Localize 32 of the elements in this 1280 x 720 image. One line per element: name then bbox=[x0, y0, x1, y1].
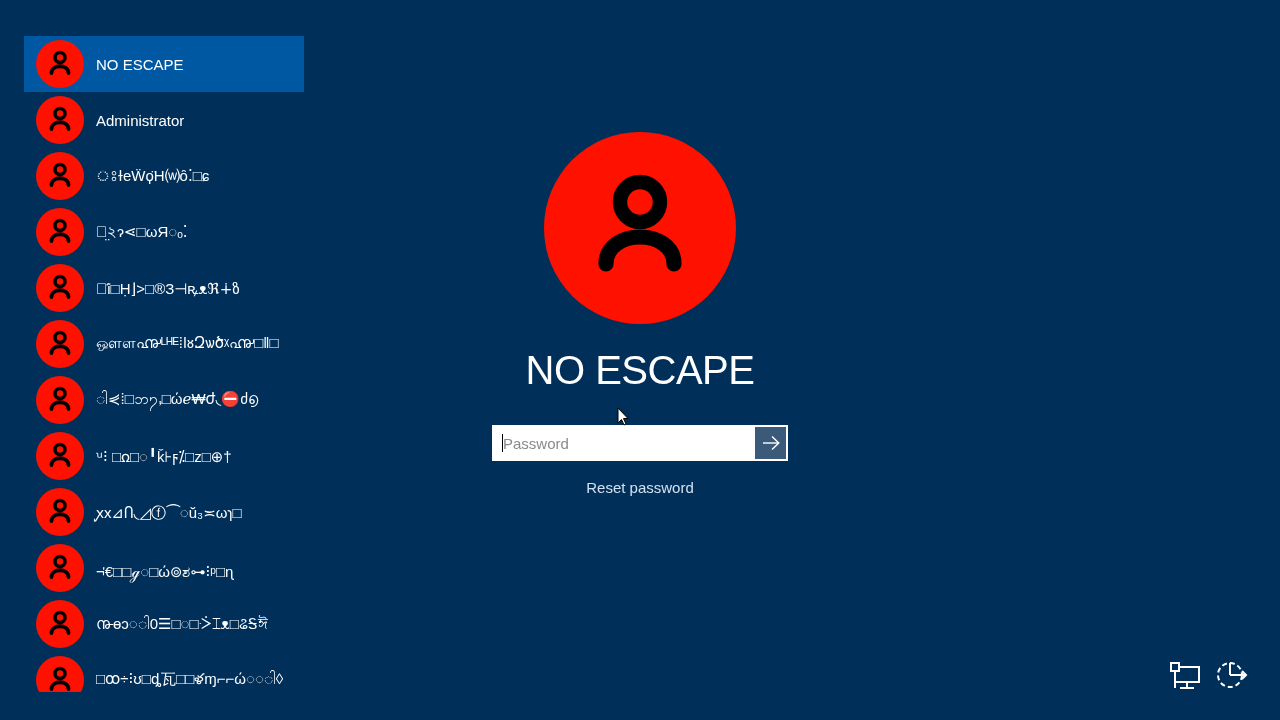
user-avatar-icon bbox=[36, 264, 84, 312]
user-list-item[interactable]: ꭙx⊿Ⴖ◟◿ⓕ⏜◌ŭ₃≍ωɿ□ bbox=[24, 484, 304, 540]
user-list-item[interactable]: Administrator bbox=[24, 92, 304, 148]
user-avatar-icon bbox=[36, 544, 84, 592]
user-avatar-icon bbox=[36, 656, 84, 692]
user-list-item[interactable]: ൹ɵɔ◌ါ0☰□◌□ᢶ⌶ᴥ□ଌᎦঈ bbox=[24, 596, 304, 652]
user-avatar-icon bbox=[36, 96, 84, 144]
user-list-item[interactable]: □ꝏ÷⁝ʊ□ȡ瓦□□ళɱ⌐⌐ώ◌◌ါ◊ bbox=[24, 652, 304, 692]
submit-button[interactable] bbox=[755, 425, 788, 461]
reset-password-link[interactable]: Reset password bbox=[586, 478, 694, 498]
user-avatar-icon bbox=[36, 40, 84, 88]
cursor-icon bbox=[617, 407, 629, 426]
user-list-item[interactable]: NO ESCAPE bbox=[24, 36, 304, 92]
user-avatar-icon bbox=[544, 132, 736, 324]
user-avatar-icon bbox=[36, 432, 84, 480]
monitor-icon[interactable] bbox=[1170, 662, 1200, 690]
user-list-item[interactable]: ◌ါ⋞⁞□ဘ႒ႇ□ώℯ₩ժ◟⛔ძ൭ bbox=[24, 372, 304, 428]
user-avatar-icon bbox=[36, 152, 84, 200]
user-list-item[interactable]: ꭟ⁝ □ꭥ□◌╹ǩ⊦ϝ⁒□z□⊕† bbox=[24, 428, 304, 484]
user-avatar-icon bbox=[36, 376, 84, 424]
user-list-item[interactable]: ঃɫeẄϙ̈H⒲ȏ⁚□ɕ bbox=[24, 148, 304, 204]
user-avatar-icon bbox=[36, 320, 84, 368]
user-name: NO ESCAPE bbox=[525, 347, 755, 394]
user-avatar-icon bbox=[36, 488, 84, 536]
user-list-item[interactable]: ন̤২ɂ⋖□ωЯ◌ₒ⁚ bbox=[24, 204, 304, 260]
user-avatar-icon bbox=[36, 208, 84, 256]
user-list-item[interactable]: ঌ̇ỉ□Ḥ⌋>□®З⊣ꝶᴥℜ∔ზ bbox=[24, 260, 304, 316]
user-list-item[interactable]: ¬ᡃ€□□ℊ◌□ώ⊚ಶ⊶⁝ᵖ□ɳ bbox=[24, 540, 304, 596]
arrow-right-icon bbox=[761, 436, 780, 450]
user-list-item[interactable]: ஔள൷ᴸᴴᴱ⁞ǀᴕԶѡծᵡ൷□ǁ□ bbox=[24, 316, 304, 372]
user-avatar-icon bbox=[36, 600, 84, 648]
password-field[interactable]: Password bbox=[492, 425, 755, 461]
